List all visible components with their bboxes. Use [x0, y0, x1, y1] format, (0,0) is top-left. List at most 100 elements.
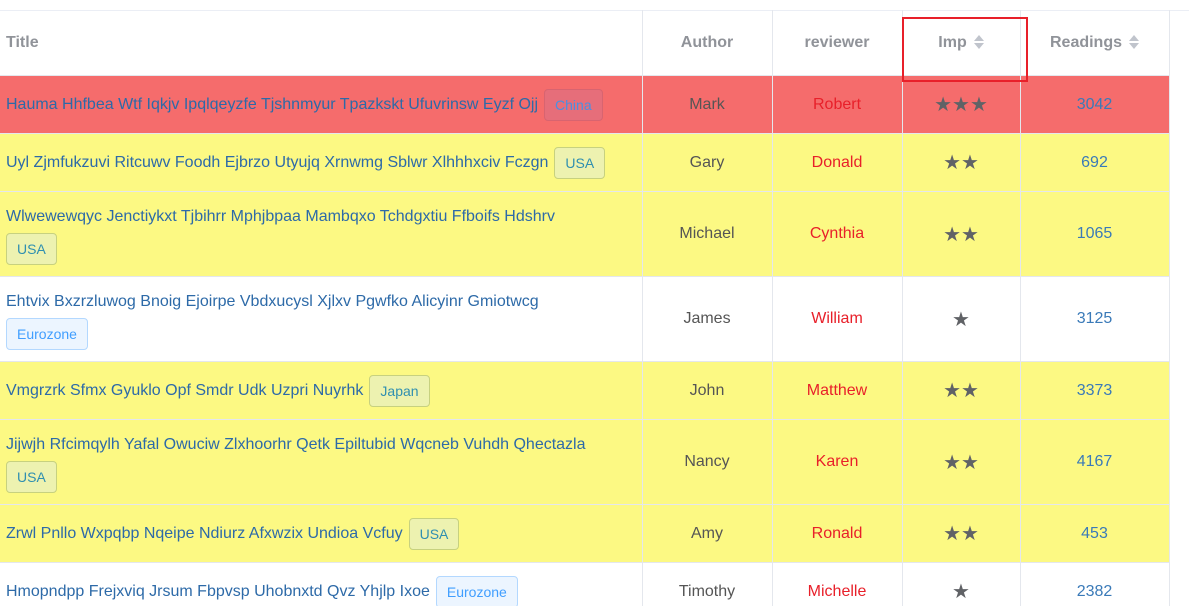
- table-row: Zrwl Pnllo Wxpqbp Nqeipe Ndiurz Afxwzix …: [0, 504, 1170, 563]
- reviewer-cell: William: [772, 276, 903, 362]
- star-icon: ★: [934, 94, 953, 116]
- readings-cell: 453: [1020, 504, 1170, 563]
- imp-stars: ★: [952, 309, 970, 331]
- imp-cell: ★★: [902, 504, 1021, 563]
- region-tag: China: [544, 88, 603, 121]
- imp-stars: ★★★: [934, 94, 988, 116]
- imp-stars: ★: [952, 581, 970, 603]
- imp-cell: ★★★: [902, 75, 1021, 134]
- table-container: Title Author reviewer Imp Readings Hauma…: [0, 0, 1189, 606]
- header-reviewer[interactable]: reviewer: [772, 10, 903, 76]
- region-tag: USA: [6, 461, 57, 493]
- header-imp[interactable]: Imp: [902, 10, 1021, 76]
- table-row: Hmopndpp Frejxviq Jrsum Fbpvsp Uhobnxtd …: [0, 562, 1170, 606]
- star-icon: ★: [952, 581, 970, 603]
- title-link[interactable]: Wlwewewqyc Jenctiykxt Tjbihrr Mphjbpaa M…: [6, 208, 555, 225]
- readings-cell: 4167: [1020, 419, 1170, 505]
- star-icon: ★: [943, 380, 961, 402]
- author-cell: Mark: [642, 75, 773, 134]
- region-tag: USA: [408, 517, 460, 550]
- author-cell: Gary: [642, 133, 773, 192]
- table-body: Hauma Hhfbea Wtf Iqkjv Ipqlqeyzfe Tjshnm…: [0, 75, 1170, 606]
- header-author[interactable]: Author: [642, 10, 773, 76]
- region-tag: USA: [6, 233, 57, 265]
- author-cell: Timothy: [642, 562, 773, 606]
- author-cell: Nancy: [642, 419, 773, 505]
- star-icon: ★: [961, 223, 979, 246]
- star-icon: ★: [943, 523, 961, 545]
- title-link[interactable]: Hmopndpp Frejxviq Jrsum Fbpvsp Uhobnxtd …: [6, 583, 430, 600]
- author-cell: Amy: [642, 504, 773, 563]
- title-link[interactable]: Vmgrzrk Sfmx Gyuklo Opf Smdr Udk Uzpri N…: [6, 382, 363, 399]
- readings-cell: 3373: [1020, 361, 1170, 420]
- reviewer-cell: Karen: [772, 419, 903, 505]
- title-cell: Ehtvix Bxzrzluwog Bnoig Ejoirpe Vbdxucys…: [0, 276, 643, 362]
- star-icon: ★: [943, 152, 961, 174]
- table-row: Jijwjh Rfcimqylh Yafal Owuciw Zlxhoorhr …: [0, 419, 1170, 505]
- reviewer-cell: Ronald: [772, 504, 903, 563]
- sort-caret-icon[interactable]: [1129, 34, 1139, 50]
- readings-cell: 1065: [1020, 191, 1170, 277]
- table-row: Ehtvix Bxzrzluwog Bnoig Ejoirpe Vbdxucys…: [0, 276, 1170, 362]
- table-row: Uyl Zjmfukzuvi Ritcuwv Foodh Ejbrzo Utyu…: [0, 133, 1170, 192]
- reviewer-cell: Donald: [772, 133, 903, 192]
- imp-stars: ★★: [943, 452, 979, 474]
- readings-cell: 3042: [1020, 75, 1170, 134]
- star-icon: ★: [952, 94, 970, 116]
- star-icon: ★: [943, 223, 961, 246]
- title-cell: Jijwjh Rfcimqylh Yafal Owuciw Zlxhoorhr …: [0, 419, 643, 505]
- title-link[interactable]: Zrwl Pnllo Wxpqbp Nqeipe Ndiurz Afxwzix …: [6, 525, 403, 542]
- imp-cell: ★★: [902, 419, 1021, 505]
- author-cell: James: [642, 276, 773, 362]
- imp-cell: ★: [902, 276, 1021, 362]
- title-link[interactable]: Jijwjh Rfcimqylh Yafal Owuciw Zlxhoorhr …: [6, 436, 586, 453]
- imp-cell: ★★: [902, 361, 1021, 420]
- imp-cell: ★: [902, 562, 1021, 606]
- imp-stars: ★★: [943, 523, 979, 545]
- author-cell: Michael: [642, 191, 773, 277]
- author-cell: John: [642, 361, 773, 420]
- readings-cell: 2382: [1020, 562, 1170, 606]
- star-icon: ★: [961, 380, 979, 402]
- title-cell: Hmopndpp Frejxviq Jrsum Fbpvsp Uhobnxtd …: [0, 562, 643, 606]
- imp-stars: ★★: [943, 152, 979, 174]
- star-icon: ★: [952, 308, 970, 331]
- sort-caret-icon[interactable]: [973, 34, 984, 50]
- region-tag: USA: [554, 146, 606, 179]
- readings-cell: 3125: [1020, 276, 1170, 362]
- table-row: Wlwewewqyc Jenctiykxt Tjbihrr Mphjbpaa M…: [0, 191, 1170, 277]
- region-tag: Eurozone: [6, 318, 88, 350]
- region-tag: Japan: [369, 374, 430, 407]
- star-icon: ★: [969, 94, 988, 116]
- header-readings[interactable]: Readings: [1020, 10, 1170, 76]
- imp-stars: ★★: [943, 380, 979, 402]
- imp-stars: ★★: [943, 224, 979, 246]
- reviewer-cell: Michelle: [772, 562, 903, 606]
- table-row: Hauma Hhfbea Wtf Iqkjv Ipqlqeyzfe Tjshnm…: [0, 75, 1170, 134]
- region-tag: Eurozone: [435, 575, 518, 606]
- table-header: Title Author reviewer Imp Readings: [0, 10, 1170, 76]
- title-link[interactable]: Ehtvix Bxzrzluwog Bnoig Ejoirpe Vbdxucys…: [6, 293, 539, 310]
- header-readings-label: Readings: [1049, 33, 1122, 51]
- table-row: Vmgrzrk Sfmx Gyuklo Opf Smdr Udk Uzpri N…: [0, 361, 1170, 420]
- title-link[interactable]: Uyl Zjmfukzuvi Ritcuwv Foodh Ejbrzo Utyu…: [6, 154, 548, 171]
- title-link[interactable]: Hauma Hhfbea Wtf Iqkjv Ipqlqeyzfe Tjshnm…: [6, 96, 538, 113]
- articles-table: Title Author reviewer Imp Readings Hauma…: [0, 10, 1170, 606]
- star-icon: ★: [961, 152, 979, 174]
- title-cell: Uyl Zjmfukzuvi Ritcuwv Foodh Ejbrzo Utyu…: [0, 133, 643, 192]
- reviewer-cell: Robert: [772, 75, 903, 134]
- readings-cell: 692: [1020, 133, 1170, 192]
- title-cell: Hauma Hhfbea Wtf Iqkjv Ipqlqeyzfe Tjshnm…: [0, 75, 643, 134]
- header-imp-label: Imp: [938, 33, 967, 51]
- star-icon: ★: [943, 451, 961, 474]
- star-icon: ★: [961, 451, 979, 474]
- header-title[interactable]: Title: [0, 10, 643, 76]
- reviewer-cell: Cynthia: [772, 191, 903, 277]
- reviewer-cell: Matthew: [772, 361, 903, 420]
- title-cell: Wlwewewqyc Jenctiykxt Tjbihrr Mphjbpaa M…: [0, 191, 643, 277]
- imp-cell: ★★: [902, 191, 1021, 277]
- imp-cell: ★★: [902, 133, 1021, 192]
- star-icon: ★: [961, 523, 979, 545]
- title-cell: Zrwl Pnllo Wxpqbp Nqeipe Ndiurz Afxwzix …: [0, 504, 643, 563]
- title-cell: Vmgrzrk Sfmx Gyuklo Opf Smdr Udk Uzpri N…: [0, 361, 643, 420]
